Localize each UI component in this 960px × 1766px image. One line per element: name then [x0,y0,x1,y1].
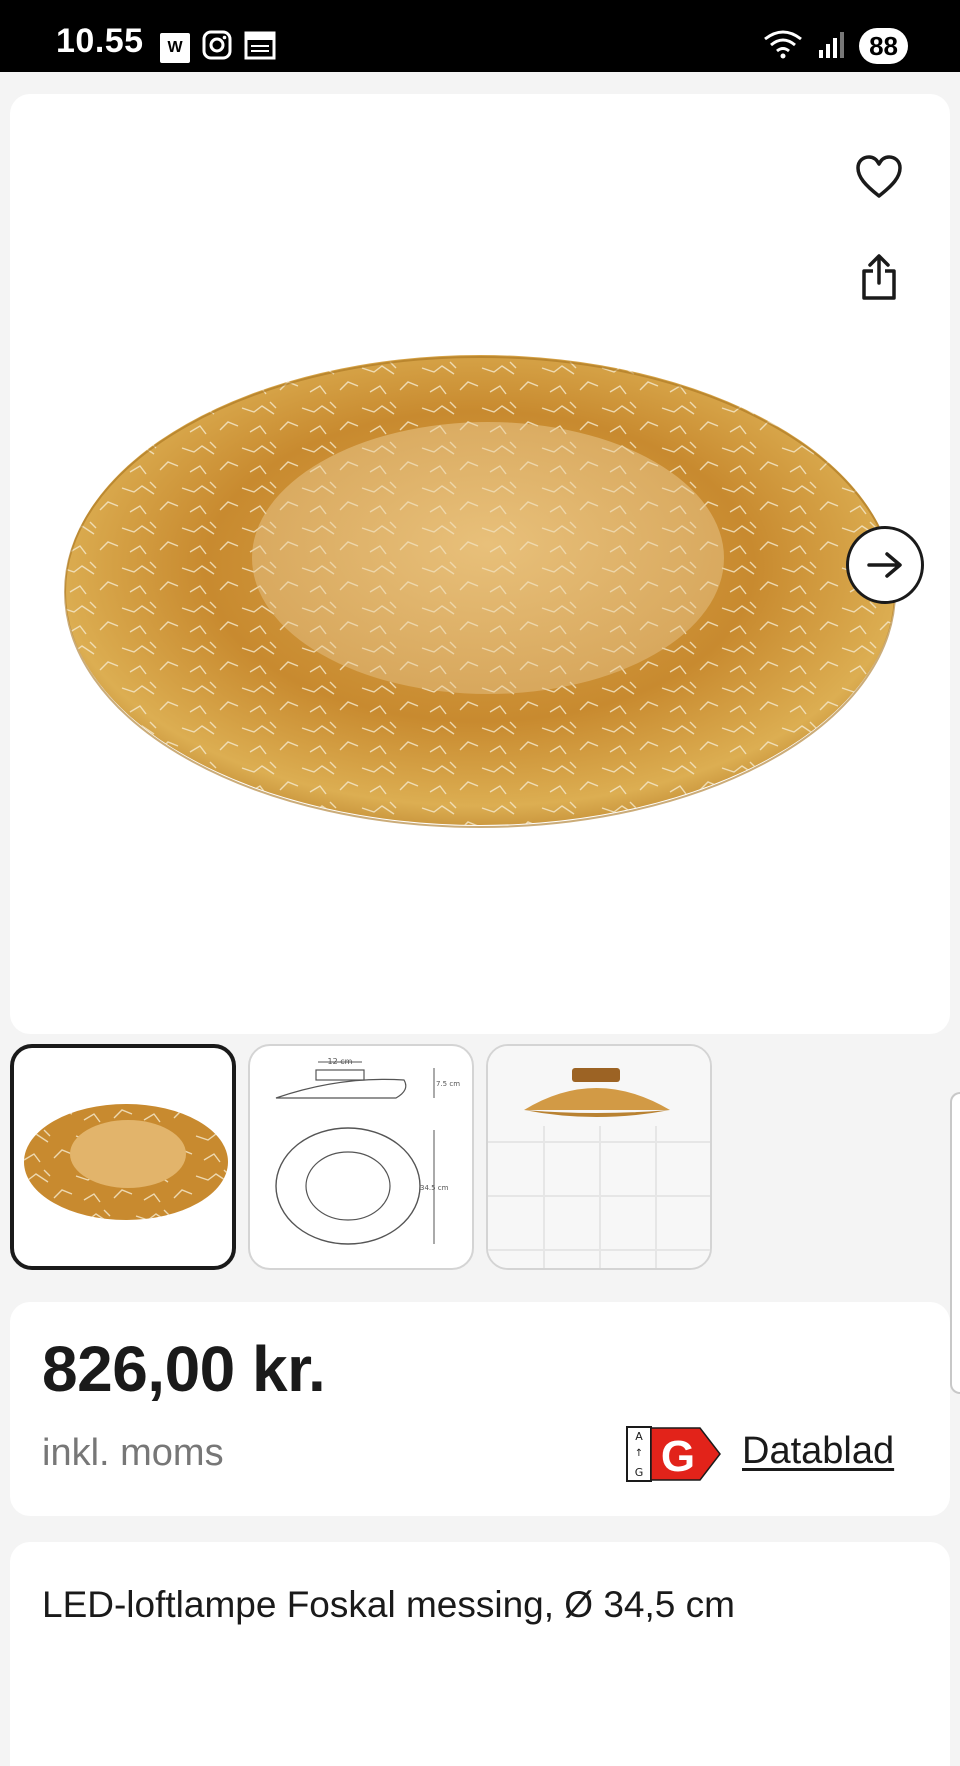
favorite-button[interactable] [850,148,908,206]
arrow-right-icon [867,552,902,578]
next-image-button[interactable] [846,526,924,604]
dimension-width-label: 12 cm [328,1057,353,1066]
energy-class: G [661,1432,695,1481]
share-icon [862,254,896,300]
status-bar: 10.55 W 88 [0,0,960,72]
vat-note: inkl. moms [42,1432,224,1474]
thumbnail-image [488,1046,710,1268]
product-image-gallery[interactable] [10,94,950,1034]
instagram-icon [202,30,232,65]
calendar-news-icon [244,30,276,65]
battery-indicator: 88 [859,28,908,64]
share-button[interactable] [850,246,908,308]
status-time: 10.55 [56,22,144,60]
heart-icon [856,155,902,198]
dimension-height-label: 7.5 cm [436,1080,460,1088]
energy-label-icon[interactable]: A ↑ G G [626,1426,722,1482]
product-price: 826,00 kr. [42,1333,326,1405]
product-title-section: LED-loftlampe Foskal messing, Ø 34,5 cm [10,1542,950,1766]
energy-scale-top: A [635,1430,643,1443]
thumbnail-dimension-drawing[interactable]: 12 cm 7.5 cm 34.5 cm [248,1044,474,1270]
thumbnail-lamp-front[interactable] [10,1044,236,1270]
datasheet-link[interactable]: Datablad [742,1430,894,1473]
dimension-diameter-label: 34.5 cm [420,1184,449,1192]
signal-icon [817,30,845,63]
energy-scale-bottom: G [635,1466,644,1479]
wifi-icon [763,29,803,64]
price-section: 826,00 kr. inkl. moms A ↑ G G Datablad [10,1302,950,1516]
side-scroll-handle[interactable] [950,1092,960,1394]
thumbnail-strip: 12 cm 7.5 cm 34.5 cm [10,1044,712,1270]
app-notification-icon: W [160,32,190,63]
svg-text:↑: ↑ [635,1448,643,1459]
thumbnail-lamp-mounted[interactable] [486,1044,712,1270]
thumbnail-image [24,1104,228,1220]
product-main-image [64,355,896,828]
product-title: LED-loftlampe Foskal messing, Ø 34,5 cm [42,1584,735,1625]
